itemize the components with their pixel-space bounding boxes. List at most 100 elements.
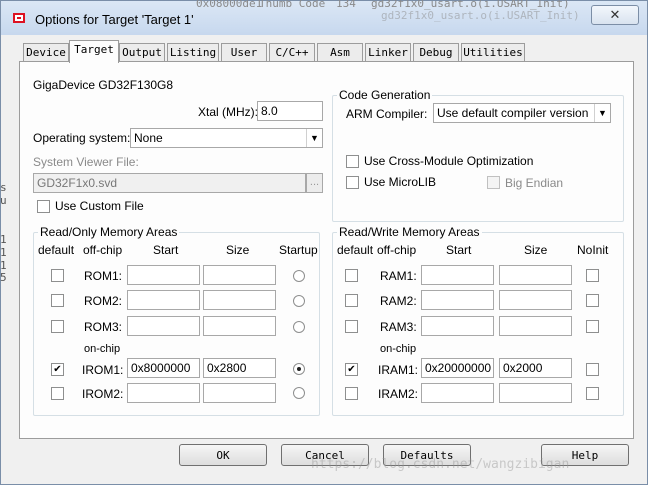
rw-header-noinit: NoInit (577, 243, 609, 257)
tab-asm[interactable]: Asm (317, 43, 363, 62)
irom1-size-input[interactable]: 0x2800 (203, 358, 276, 378)
iram1-size-input[interactable]: 0x2000 (499, 358, 572, 378)
xtal-input[interactable]: 8.0 (257, 101, 323, 121)
ro-header-start: Start (153, 243, 179, 257)
tab-linker[interactable]: Linker (365, 43, 411, 62)
microlib-label: Use MicroLIB (364, 175, 437, 189)
bg-text-type: Thumb Code (259, 0, 326, 10)
tab-user[interactable]: User (221, 43, 267, 62)
ram1-size-input[interactable] (499, 265, 572, 285)
side-fragment: 1 (0, 246, 7, 259)
ram1-noinit-checkbox[interactable] (586, 269, 599, 282)
compiler-select[interactable]: Use default compiler version ▼ (433, 103, 611, 123)
rom2-size-input[interactable] (203, 290, 276, 310)
irom2-start-input[interactable] (127, 383, 200, 403)
tab-cpp[interactable]: C/C++ (269, 43, 315, 62)
code-generation-title: Code Generation (337, 88, 433, 102)
ram2-noinit-checkbox[interactable] (586, 294, 599, 307)
ram3-default-checkbox[interactable] (345, 320, 358, 333)
rom1-size-input[interactable] (203, 265, 276, 285)
ro-header-default: default (38, 243, 75, 257)
irom2-label: IROM2: (82, 387, 124, 401)
tab-listing[interactable]: Listing (167, 43, 219, 62)
compiler-value: Use default compiler version (437, 106, 589, 120)
side-fragment: u (0, 194, 7, 207)
os-value: None (134, 131, 163, 145)
watermark: https://blog.csdn.net/wangzibigan (311, 457, 570, 472)
irom1-startup-radio[interactable] (293, 363, 305, 375)
ram2-label: RAM2: (380, 294, 417, 308)
iram2-noinit-checkbox[interactable] (586, 387, 599, 400)
irom1-label: IROM1: (82, 363, 124, 377)
ram3-size-input[interactable] (499, 316, 572, 336)
iram2-label: IRAM2: (378, 387, 419, 401)
close-button[interactable]: ✕ (591, 5, 639, 25)
rom1-startup-radio[interactable] (293, 270, 305, 282)
iram1-start-input[interactable]: 0x20000000 (421, 358, 494, 378)
rom3-startup-radio[interactable] (293, 321, 305, 333)
ro-memory-title: Read/Only Memory Areas (38, 225, 180, 239)
rw-onchip-label: on-chip (380, 343, 417, 355)
ok-button[interactable]: OK (179, 444, 267, 466)
ram3-start-input[interactable] (421, 316, 494, 336)
close-icon: ✕ (609, 7, 621, 22)
iram2-start-input[interactable] (421, 383, 494, 403)
rom1-label: ROM1: (84, 269, 123, 283)
ram1-default-checkbox[interactable] (345, 269, 358, 282)
ro-header-startup: Startup (279, 243, 318, 257)
rom1-start-input[interactable] (127, 265, 200, 285)
rom2-default-checkbox[interactable] (51, 294, 64, 307)
big-endian-checkbox[interactable] (487, 176, 500, 189)
rom1-default-checkbox[interactable] (51, 269, 64, 282)
ram2-start-input[interactable] (421, 290, 494, 310)
big-endian-label: Big Endian (505, 176, 564, 190)
svd-input[interactable]: GD32F1x0.svd (33, 173, 306, 193)
bg-text-blur: gd32f1x0_usart.o(i.USART_Init) (381, 9, 580, 22)
cross-module-checkbox[interactable] (346, 155, 359, 168)
ram1-start-input[interactable] (421, 265, 494, 285)
os-select[interactable]: None ▼ (130, 128, 323, 148)
tab-device[interactable]: Device (23, 43, 69, 62)
tab-utilities[interactable]: Utilities (461, 43, 525, 62)
rom3-size-input[interactable] (203, 316, 276, 336)
ram2-default-checkbox[interactable] (345, 294, 358, 307)
ram3-noinit-checkbox[interactable] (586, 320, 599, 333)
side-fragment: 5 (0, 271, 7, 284)
rom2-startup-radio[interactable] (293, 295, 305, 307)
rom3-label: ROM3: (84, 320, 123, 334)
ram3-label: RAM3: (380, 320, 417, 334)
irom2-default-checkbox[interactable] (51, 387, 64, 400)
irom1-start-input[interactable]: 0x8000000 (127, 358, 200, 378)
tab-output[interactable]: Output (119, 43, 165, 62)
irom1-default-checkbox[interactable]: ✔ (51, 363, 64, 376)
title-bar[interactable]: 0x08000de1 Thumb Code 134 gd32f1x0_usart… (1, 0, 647, 35)
ram2-size-input[interactable] (499, 290, 572, 310)
custom-file-label: Use Custom File (55, 199, 144, 213)
rom3-default-checkbox[interactable] (51, 320, 64, 333)
compiler-label: ARM Compiler: (346, 107, 428, 121)
cross-module-label: Use Cross-Module Optimization (364, 154, 534, 168)
iram2-default-checkbox[interactable] (345, 387, 358, 400)
irom2-size-input[interactable] (203, 383, 276, 403)
iram2-size-input[interactable] (499, 383, 572, 403)
rw-header-offchip: off-chip (377, 243, 417, 257)
microlib-checkbox[interactable] (346, 176, 359, 189)
tab-target[interactable]: Target (69, 40, 119, 63)
rom2-start-input[interactable] (127, 290, 200, 310)
ro-header-offchip: off-chip (83, 243, 123, 257)
iram1-noinit-checkbox[interactable] (586, 363, 599, 376)
irom2-startup-radio[interactable] (293, 387, 305, 399)
target-panel: GigaDevice GD32F130G8 Xtal (MHz): 8.0 Op… (19, 61, 634, 439)
tab-debug[interactable]: Debug (413, 43, 459, 62)
bg-text-address: 0x08000de1 (196, 0, 263, 10)
window-title: Options for Target 'Target 1' (35, 12, 194, 27)
iram1-default-checkbox[interactable]: ✔ (345, 363, 358, 376)
app-icon (13, 13, 25, 23)
svd-browse-button[interactable]: ... (306, 173, 323, 193)
iram1-label: IRAM1: (378, 363, 419, 377)
rw-header-start: Start (446, 243, 472, 257)
ram1-label: RAM1: (380, 269, 417, 283)
ro-onchip-label: on-chip (84, 343, 121, 355)
rom3-start-input[interactable] (127, 316, 200, 336)
custom-file-checkbox[interactable] (37, 200, 50, 213)
